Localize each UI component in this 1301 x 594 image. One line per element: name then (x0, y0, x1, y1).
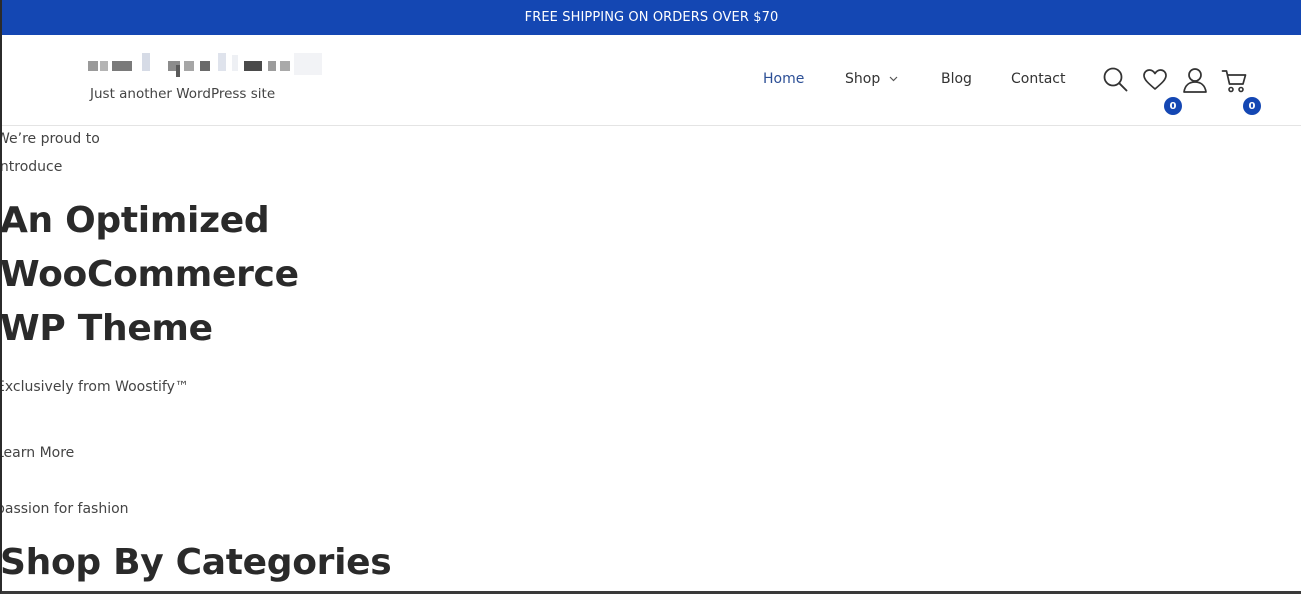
site-tagline: Just another WordPress site (90, 86, 276, 102)
site-header: Just another WordPress site Home Shop Bl… (2, 35, 1301, 126)
learn-more-button[interactable]: Learn More (2, 445, 74, 461)
browser-viewport: FREE SHIPPING ON ORDERS OVER $70 Just an… (0, 0, 1301, 594)
hero-heading-line-2: WooCommerce (0, 254, 299, 295)
user-icon[interactable] (1181, 66, 1209, 94)
announcement-bar: FREE SHIPPING ON ORDERS OVER $70 (2, 0, 1301, 35)
hero-intro-line-2: introduce (0, 159, 63, 175)
nav-shop-label: Shop (845, 71, 881, 87)
hero-heading-line-1: An Optimized (0, 200, 270, 241)
hero-intro-line-1: We’re proud to (0, 131, 100, 147)
cart-icon[interactable] (1221, 68, 1249, 94)
wishlist-count-badge: 0 (1164, 97, 1182, 115)
site-logo[interactable] (84, 53, 324, 79)
nav-home[interactable]: Home (763, 71, 804, 87)
nav-shop[interactable]: Shop (845, 71, 898, 87)
nav-contact[interactable]: Contact (1011, 71, 1065, 87)
categories-heading: Shop By Categories (0, 542, 392, 583)
hero-heading-line-3: WP Theme (0, 308, 213, 349)
categories-eyebrow: passion for fashion (0, 501, 129, 517)
chevron-down-icon (889, 76, 898, 82)
hero-subtitle: Exclusively from Woostify™ (0, 379, 189, 395)
heart-icon[interactable] (1142, 68, 1168, 92)
announcement-text: FREE SHIPPING ON ORDERS OVER $70 (524, 10, 779, 25)
nav-blog[interactable]: Blog (941, 71, 972, 87)
cart-count-badge: 0 (1243, 97, 1261, 115)
search-icon[interactable] (1102, 66, 1130, 94)
